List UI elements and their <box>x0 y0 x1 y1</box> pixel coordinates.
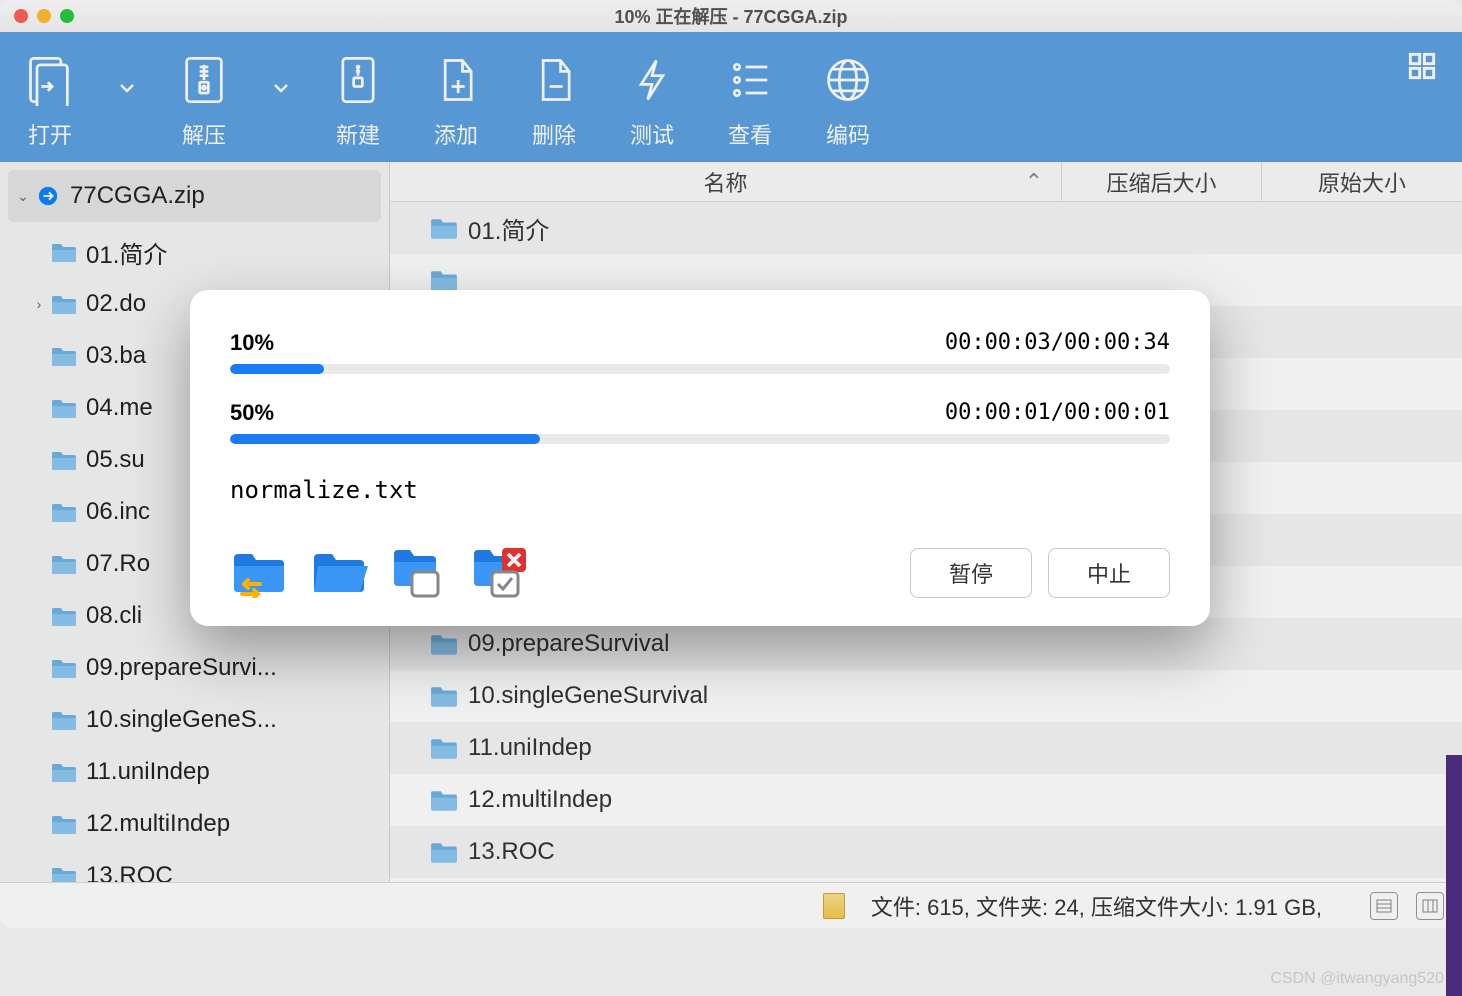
stop-button[interactable]: 中止 <box>1048 548 1170 598</box>
watermark: CSDN @itwangyang520 <box>1270 970 1444 988</box>
overall-percent: 10% <box>230 330 274 356</box>
file-percent: 50% <box>230 400 274 426</box>
folder-unchecked-icon[interactable] <box>390 544 448 598</box>
open-destination-icon[interactable] <box>230 544 288 598</box>
overall-progress: 10% 00:00:03/00:00:34 <box>230 330 1170 374</box>
file-progress: 50% 00:00:01/00:00:01 <box>230 400 1170 444</box>
overall-progress-bar <box>230 364 1170 374</box>
overall-time: 00:00:03/00:00:34 <box>945 330 1170 356</box>
folder-close-checked-icon[interactable] <box>470 544 528 598</box>
current-file: normalize.txt <box>230 476 1170 504</box>
file-progress-bar <box>230 434 1170 444</box>
pause-button[interactable]: 暂停 <box>910 548 1032 598</box>
file-time: 00:00:01/00:00:01 <box>945 400 1170 426</box>
open-folder-icon[interactable] <box>310 544 368 598</box>
progress-dialog: 10% 00:00:03/00:00:34 50% 00:00:01/00:00… <box>190 290 1210 626</box>
